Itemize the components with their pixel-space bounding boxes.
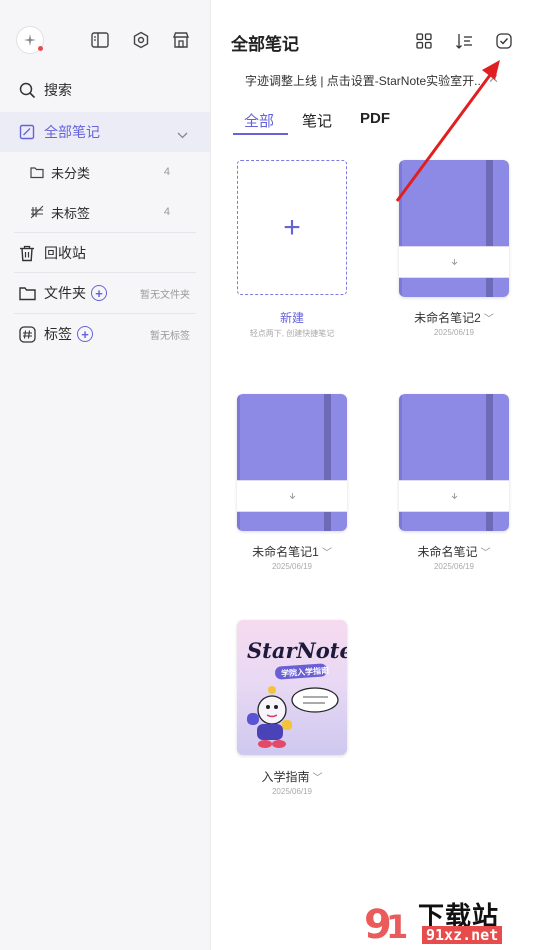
sidebar-item-trash[interactable]: 回收站 — [0, 233, 210, 273]
trash-icon — [18, 244, 36, 262]
chevron-down-icon[interactable]: ﹀ — [322, 548, 332, 559]
note-date: 2025/06/19 — [271, 787, 313, 796]
sparkle-icon — [24, 34, 36, 46]
folder-icon — [18, 284, 36, 302]
brand-logo-text: StarNote — [247, 638, 347, 663]
search-icon — [18, 81, 36, 99]
main-panel: 全部笔记 字迹调整上线 | 点击设置-StarNote实验室开... ✕ 全部 … — [211, 0, 534, 950]
note-title[interactable]: 未命名笔记 ﹀ — [384, 543, 524, 560]
note-icon — [18, 123, 36, 141]
item-count: 4 — [163, 206, 170, 218]
add-folder-button[interactable]: + — [91, 285, 107, 301]
folder-question-icon — [30, 165, 44, 179]
new-note-label: 新建 — [279, 311, 304, 325]
sidebar: 搜索 全部笔记 未分类 4 未标签 4 回收站 文件夹 + 暂无文件夹 标签 +… — [0, 0, 211, 950]
sidebar-item-label: 回收站 — [44, 245, 86, 261]
sidebar-item-tags[interactable]: 标签 + 暂无标签 — [0, 314, 210, 354]
add-tag-button[interactable]: + — [77, 326, 93, 342]
sidebar-item-folders[interactable]: 文件夹 + 暂无文件夹 — [0, 273, 210, 313]
sidebar-item-all-notes[interactable]: 全部笔记 — [0, 112, 210, 152]
sidebar-item-uncategorized[interactable]: 未分类 4 — [0, 152, 210, 192]
sidebar-item-search[interactable]: 搜索 — [0, 70, 210, 110]
note-card-cover[interactable] — [237, 394, 347, 531]
sidebar-item-label: 未标签 — [51, 205, 91, 221]
note-title-text: 未命名笔记 — [417, 545, 478, 559]
arrow-down-icon — [289, 493, 295, 499]
note-title-text: 入学指南 — [261, 770, 310, 784]
sidebar-toggle-icon[interactable] — [90, 30, 110, 50]
sidebar-item-label: 标签 — [44, 326, 72, 342]
settings-icon[interactable] — [131, 30, 151, 50]
item-count: 4 — [163, 166, 170, 178]
hashtag-icon — [18, 325, 36, 343]
note-title-text: 未命名笔记1 — [252, 545, 319, 559]
sidebar-item-label: 文件夹 — [44, 285, 86, 301]
note-date: 2025/06/19 — [433, 562, 475, 571]
notebook-band — [399, 480, 509, 512]
note-title[interactable]: 未命名笔记1 ﹀ — [222, 543, 362, 560]
notebook-band — [237, 480, 347, 512]
watermark: 9 1 下载站 91xz.net — [360, 894, 530, 948]
new-note-hint: 轻点两下, 创建快捷笔记 — [249, 329, 335, 338]
note-card-cover[interactable] — [399, 394, 509, 531]
watermark-url: 91xz.net — [422, 926, 503, 944]
sidebar-item-label: 全部笔记 — [44, 124, 100, 140]
annotation-arrow — [395, 60, 500, 202]
note-date: 2025/06/19 — [271, 562, 313, 571]
chevron-down-icon[interactable]: ﹀ — [313, 773, 323, 784]
sidebar-item-label: 未分类 — [51, 165, 91, 181]
empty-hint: 暂无标签 — [150, 330, 190, 342]
sidebar-item-label: 搜索 — [44, 82, 72, 98]
chevron-down-icon[interactable] — [177, 126, 188, 142]
arrow-down-icon — [451, 493, 457, 499]
store-icon[interactable] — [171, 30, 191, 50]
notification-dot — [38, 46, 43, 51]
guide-card-cover[interactable]: StarNote 学院入学指南 — [237, 620, 347, 755]
sidebar-item-untagged[interactable]: 未标签 4 — [0, 192, 210, 232]
note-title[interactable]: 入学指南 ﹀ — [222, 768, 362, 785]
untagged-icon — [30, 205, 44, 219]
avatar[interactable] — [16, 26, 44, 54]
guide-cover-illustration: StarNote 学院入学指南 — [247, 638, 347, 748]
note-date: 2025/06/19 — [433, 328, 475, 337]
note-title[interactable]: 未命名笔记2 ﹀ — [384, 309, 524, 326]
empty-hint: 暂无文件夹 — [140, 289, 190, 301]
svg-text:1: 1 — [386, 908, 408, 946]
sidebar-toolbar — [16, 26, 196, 56]
chevron-down-icon[interactable]: ﹀ — [484, 314, 494, 325]
note-title-text: 未命名笔记2 — [414, 311, 481, 325]
chevron-down-icon[interactable]: ﹀ — [481, 548, 491, 559]
